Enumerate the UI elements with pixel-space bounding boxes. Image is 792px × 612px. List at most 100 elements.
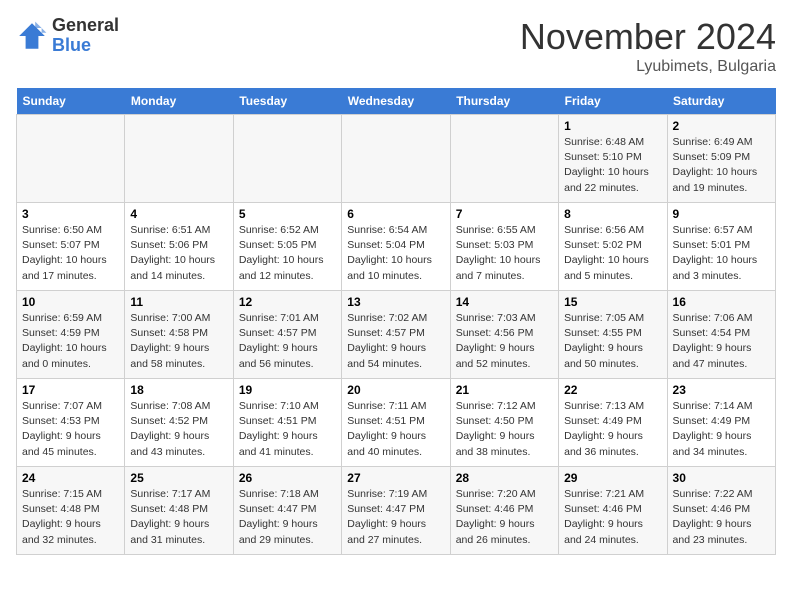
- day-number: 2: [673, 119, 770, 133]
- day-info: Sunrise: 6:48 AM Sunset: 5:10 PM Dayligh…: [564, 135, 661, 196]
- calendar-cell: 27 Sunrise: 7:19 AM Sunset: 4:47 PM Dayli…: [342, 467, 450, 555]
- calendar-header: SundayMondayTuesdayWednesdayThursdayFrid…: [17, 88, 776, 115]
- calendar-cell: 11Sunrise: 7:00 AM Sunset: 4:58 PM Dayli…: [125, 291, 233, 379]
- day-info: Sunrise: 6:50 AM Sunset: 5:07 PM Dayligh…: [22, 223, 119, 284]
- calendar-week-row: 24 Sunrise: 7:15 AM Sunset: 4:48 PM Dayli…: [17, 467, 776, 555]
- day-number: 3: [22, 207, 119, 221]
- calendar-cell: [450, 115, 558, 203]
- calendar-cell: 29Sunrise: 7:21 AM Sunset: 4:46 PM Dayli…: [559, 467, 667, 555]
- page-header: General Blue November 2024 Lyubimets, Bu…: [16, 16, 776, 76]
- day-number: 5: [239, 207, 336, 221]
- weekday-header: Monday: [125, 88, 233, 115]
- day-number: 27: [347, 471, 444, 485]
- calendar-cell: 13 Sunrise: 7:02 AM Sunset: 4:57 PM Dayli…: [342, 291, 450, 379]
- day-number: 22: [564, 383, 661, 397]
- day-number: 26: [239, 471, 336, 485]
- calendar-cell: 25Sunrise: 7:17 AM Sunset: 4:48 PM Dayli…: [125, 467, 233, 555]
- day-number: 12: [239, 295, 336, 309]
- calendar-cell: 12 Sunrise: 7:01 AM Sunset: 4:57 PM Dayli…: [233, 291, 341, 379]
- logo-blue: Blue: [52, 36, 119, 56]
- calendar-cell: 10 Sunrise: 6:59 AM Sunset: 4:59 PM Dayli…: [17, 291, 125, 379]
- day-number: 14: [456, 295, 553, 309]
- calendar-cell: 23Sunrise: 7:14 AM Sunset: 4:49 PM Dayli…: [667, 379, 775, 467]
- day-number: 20: [347, 383, 444, 397]
- calendar-cell: 9 Sunrise: 6:57 AM Sunset: 5:01 PM Daylig…: [667, 203, 775, 291]
- day-number: 29: [564, 471, 661, 485]
- day-number: 15: [564, 295, 661, 309]
- calendar-cell: 5 Sunrise: 6:52 AM Sunset: 5:05 PM Daylig…: [233, 203, 341, 291]
- calendar-cell: 15 Sunrise: 7:05 AM Sunset: 4:55 PM Dayli…: [559, 291, 667, 379]
- calendar-cell: 20 Sunrise: 7:11 AM Sunset: 4:51 PM Dayli…: [342, 379, 450, 467]
- calendar-cell: [233, 115, 341, 203]
- day-info: Sunrise: 7:07 AM Sunset: 4:53 PM Dayligh…: [22, 399, 119, 460]
- day-info: Sunrise: 7:11 AM Sunset: 4:51 PM Dayligh…: [347, 399, 444, 460]
- title-block: November 2024 Lyubimets, Bulgaria: [520, 16, 776, 76]
- day-number: 16: [673, 295, 770, 309]
- day-info: Sunrise: 7:08 AM Sunset: 4:52 PM Dayligh…: [130, 399, 227, 460]
- day-info: Sunrise: 6:49 AM Sunset: 5:09 PM Dayligh…: [673, 135, 770, 196]
- day-number: 9: [673, 207, 770, 221]
- logo-text: General Blue: [52, 16, 119, 56]
- day-info: Sunrise: 6:54 AM Sunset: 5:04 PM Dayligh…: [347, 223, 444, 284]
- day-number: 19: [239, 383, 336, 397]
- day-info: Sunrise: 7:22 AM Sunset: 4:46 PM Dayligh…: [673, 487, 770, 548]
- logo: General Blue: [16, 16, 119, 56]
- calendar-cell: 3 Sunrise: 6:50 AM Sunset: 5:07 PM Daylig…: [17, 203, 125, 291]
- calendar-cell: 2 Sunrise: 6:49 AM Sunset: 5:09 PM Daylig…: [667, 115, 775, 203]
- calendar-cell: 24 Sunrise: 7:15 AM Sunset: 4:48 PM Dayli…: [17, 467, 125, 555]
- day-number: 17: [22, 383, 119, 397]
- day-info: Sunrise: 7:05 AM Sunset: 4:55 PM Dayligh…: [564, 311, 661, 372]
- calendar-cell: 14Sunrise: 7:03 AM Sunset: 4:56 PM Dayli…: [450, 291, 558, 379]
- calendar-week-row: 3 Sunrise: 6:50 AM Sunset: 5:07 PM Daylig…: [17, 203, 776, 291]
- calendar-cell: [125, 115, 233, 203]
- day-number: 11: [130, 295, 227, 309]
- day-info: Sunrise: 7:06 AM Sunset: 4:54 PM Dayligh…: [673, 311, 770, 372]
- weekday-header: Thursday: [450, 88, 558, 115]
- day-info: Sunrise: 6:55 AM Sunset: 5:03 PM Dayligh…: [456, 223, 553, 284]
- day-number: 13: [347, 295, 444, 309]
- calendar-cell: 18Sunrise: 7:08 AM Sunset: 4:52 PM Dayli…: [125, 379, 233, 467]
- day-info: Sunrise: 7:14 AM Sunset: 4:49 PM Dayligh…: [673, 399, 770, 460]
- calendar-cell: 16 Sunrise: 7:06 AM Sunset: 4:54 PM Dayli…: [667, 291, 775, 379]
- calendar-body: 1 Sunrise: 6:48 AM Sunset: 5:10 PM Daylig…: [17, 115, 776, 555]
- day-info: Sunrise: 7:17 AM Sunset: 4:48 PM Dayligh…: [130, 487, 227, 548]
- day-number: 6: [347, 207, 444, 221]
- day-number: 1: [564, 119, 661, 133]
- logo-general: General: [52, 16, 119, 36]
- day-info: Sunrise: 7:18 AM Sunset: 4:47 PM Dayligh…: [239, 487, 336, 548]
- day-info: Sunrise: 7:13 AM Sunset: 4:49 PM Dayligh…: [564, 399, 661, 460]
- day-number: 28: [456, 471, 553, 485]
- calendar-week-row: 10 Sunrise: 6:59 AM Sunset: 4:59 PM Dayli…: [17, 291, 776, 379]
- day-info: Sunrise: 7:01 AM Sunset: 4:57 PM Dayligh…: [239, 311, 336, 372]
- day-info: Sunrise: 7:15 AM Sunset: 4:48 PM Dayligh…: [22, 487, 119, 548]
- calendar-table: SundayMondayTuesdayWednesdayThursdayFrid…: [16, 88, 776, 555]
- day-info: Sunrise: 7:20 AM Sunset: 4:46 PM Dayligh…: [456, 487, 553, 548]
- calendar-cell: 21Sunrise: 7:12 AM Sunset: 4:50 PM Dayli…: [450, 379, 558, 467]
- calendar-cell: 7Sunrise: 6:55 AM Sunset: 5:03 PM Daylig…: [450, 203, 558, 291]
- day-number: 24: [22, 471, 119, 485]
- day-info: Sunrise: 7:02 AM Sunset: 4:57 PM Dayligh…: [347, 311, 444, 372]
- day-info: Sunrise: 7:19 AM Sunset: 4:47 PM Dayligh…: [347, 487, 444, 548]
- calendar-cell: 17 Sunrise: 7:07 AM Sunset: 4:53 PM Dayli…: [17, 379, 125, 467]
- calendar-cell: 26 Sunrise: 7:18 AM Sunset: 4:47 PM Dayli…: [233, 467, 341, 555]
- day-info: Sunrise: 7:12 AM Sunset: 4:50 PM Dayligh…: [456, 399, 553, 460]
- calendar-cell: 1 Sunrise: 6:48 AM Sunset: 5:10 PM Daylig…: [559, 115, 667, 203]
- weekday-header: Friday: [559, 88, 667, 115]
- calendar-week-row: 17 Sunrise: 7:07 AM Sunset: 4:53 PM Dayli…: [17, 379, 776, 467]
- calendar-cell: 30Sunrise: 7:22 AM Sunset: 4:46 PM Dayli…: [667, 467, 775, 555]
- calendar-cell: [342, 115, 450, 203]
- calendar-cell: 28 Sunrise: 7:20 AM Sunset: 4:46 PM Dayli…: [450, 467, 558, 555]
- calendar-cell: 4Sunrise: 6:51 AM Sunset: 5:06 PM Daylig…: [125, 203, 233, 291]
- day-info: Sunrise: 6:57 AM Sunset: 5:01 PM Dayligh…: [673, 223, 770, 284]
- day-info: Sunrise: 7:10 AM Sunset: 4:51 PM Dayligh…: [239, 399, 336, 460]
- day-number: 10: [22, 295, 119, 309]
- calendar-cell: [17, 115, 125, 203]
- day-number: 8: [564, 207, 661, 221]
- weekday-header: Sunday: [17, 88, 125, 115]
- weekday-header: Tuesday: [233, 88, 341, 115]
- day-number: 4: [130, 207, 227, 221]
- calendar-cell: 22 Sunrise: 7:13 AM Sunset: 4:49 PM Dayli…: [559, 379, 667, 467]
- weekday-row: SundayMondayTuesdayWednesdayThursdayFrid…: [17, 88, 776, 115]
- day-info: Sunrise: 6:52 AM Sunset: 5:05 PM Dayligh…: [239, 223, 336, 284]
- day-info: Sunrise: 6:59 AM Sunset: 4:59 PM Dayligh…: [22, 311, 119, 372]
